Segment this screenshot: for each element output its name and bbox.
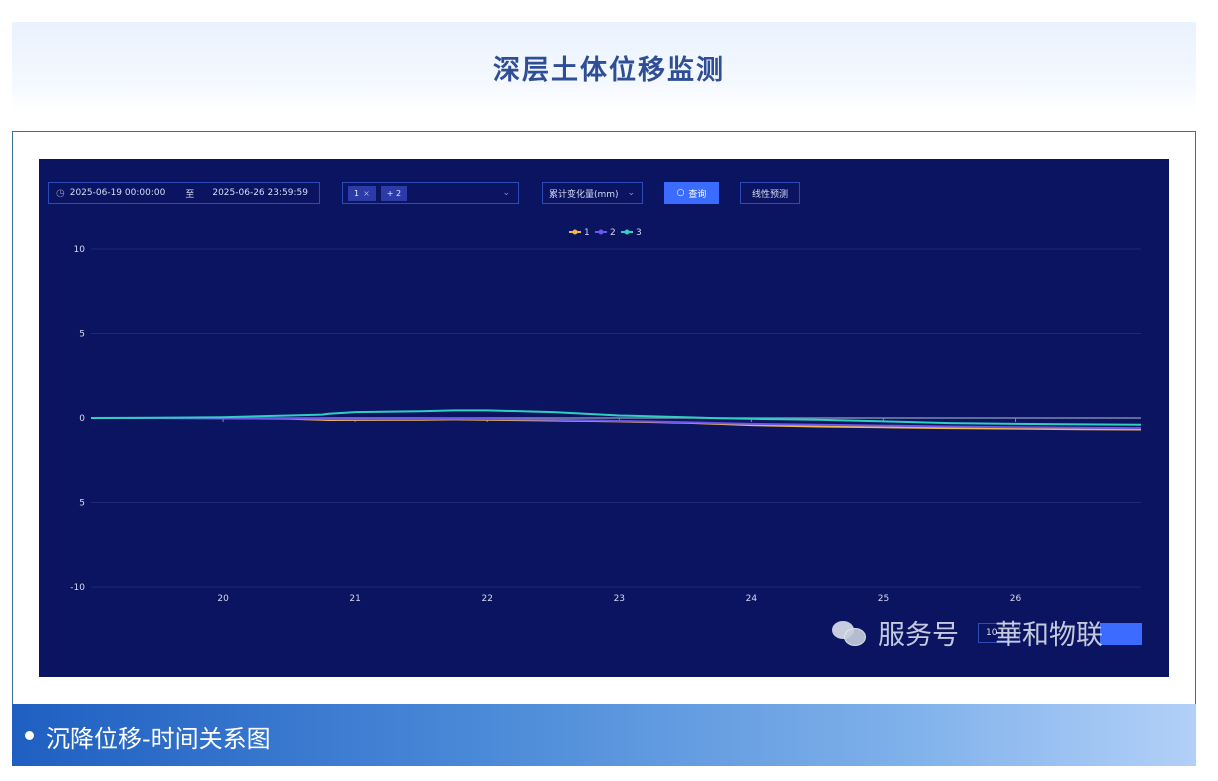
- x-tick-label: 24: [746, 594, 758, 604]
- line-chart: 10505-1020 21 22 23 24 25 261 2 3: [70, 228, 1142, 604]
- watermark: 服务号 華和物联: [830, 612, 1103, 652]
- x-tick-label: 23: [614, 594, 625, 604]
- y-tick-label: 0: [79, 414, 85, 424]
- x-tick-label: 22: [481, 594, 492, 604]
- wechat-icon: [830, 617, 870, 647]
- x-tick-label: 25: [878, 594, 889, 604]
- y-tick-label: 10: [74, 245, 86, 255]
- legend-marker-1: [572, 229, 578, 235]
- chart-panel: ◷ 2025-06-19 00:00:00 至 2025-06-26 23:59…: [39, 159, 1169, 677]
- legend-marker-3: [624, 229, 630, 235]
- x-tick-label: 20: [217, 594, 229, 604]
- legend-label-1: 1: [584, 228, 590, 238]
- x-tick-label: 21: [349, 594, 360, 604]
- legend-marker-2: [598, 229, 604, 235]
- watermark-channel: 服务号: [878, 619, 959, 651]
- pager-button[interactable]: [1100, 623, 1142, 645]
- x-tick-label: 26: [1010, 594, 1022, 604]
- chart-caption: 沉降位移-时间关系图: [46, 725, 271, 753]
- bullet-icon: [25, 731, 34, 740]
- legend-label-2: 2: [610, 228, 616, 238]
- page-title: 深层土体位移监测: [493, 55, 725, 86]
- watermark-brand: 華和物联: [995, 619, 1103, 651]
- y-tick-label: 5: [79, 499, 85, 509]
- legend-label-3: 3: [636, 228, 642, 238]
- y-tick-label: -10: [70, 583, 85, 593]
- y-tick-label: 5: [79, 330, 85, 340]
